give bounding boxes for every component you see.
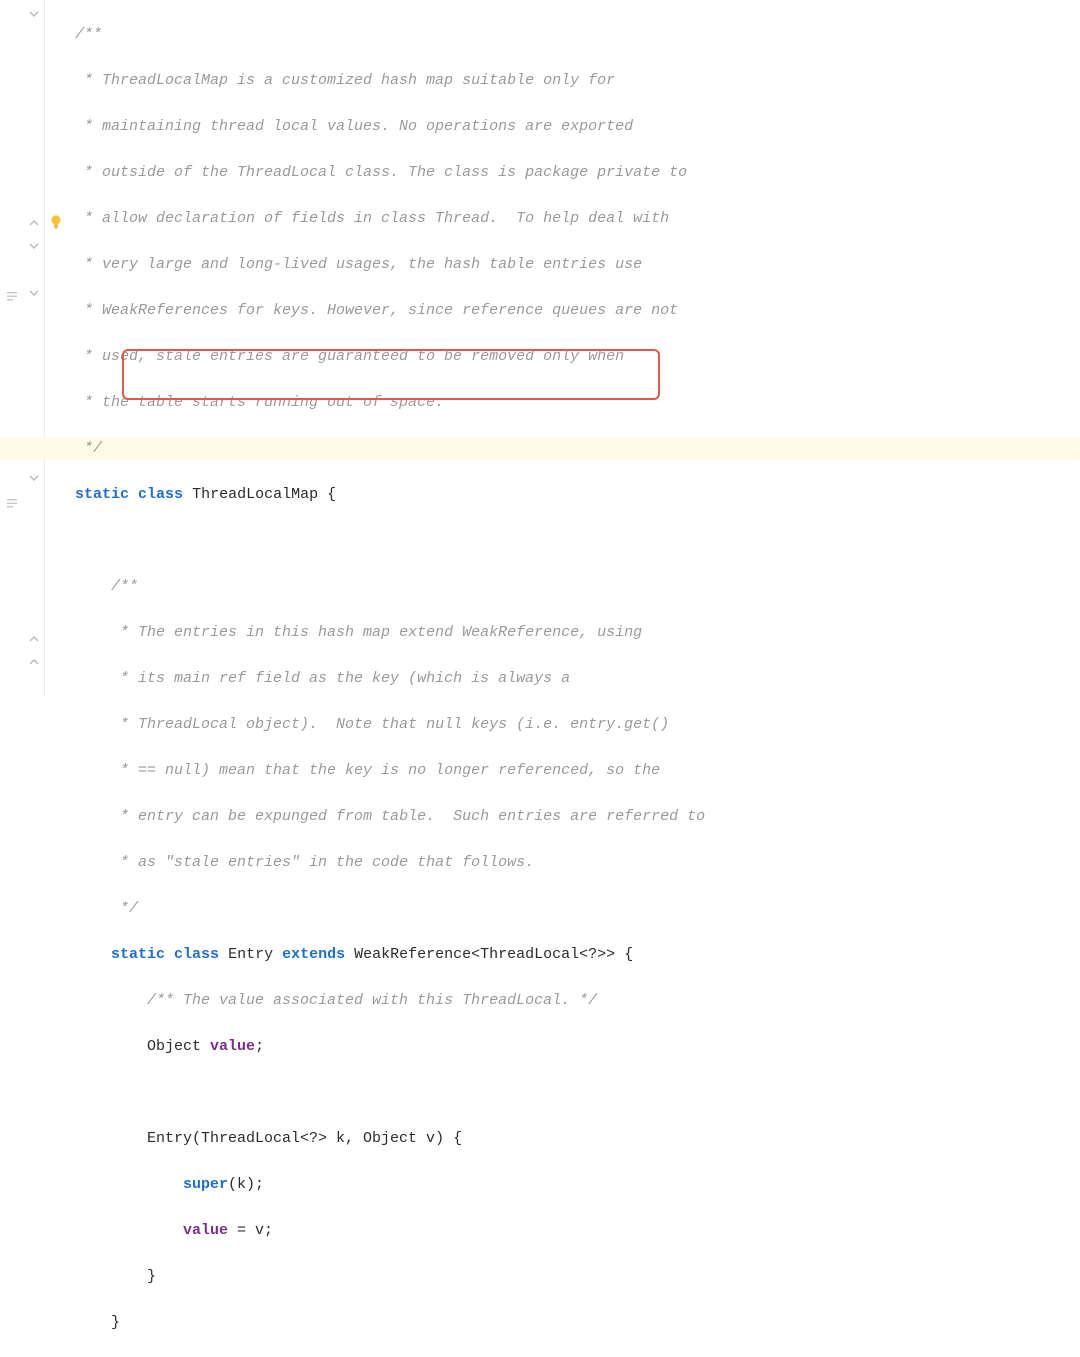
comment-line: /**	[75, 23, 1080, 46]
keyword-class: class	[138, 486, 183, 503]
field-name: value	[210, 1038, 255, 1055]
comment-line: * == null) mean that the key is no longe…	[75, 759, 1080, 782]
call-args: (k);	[228, 1176, 264, 1193]
editor-gutter	[0, 0, 45, 697]
comment-line: * used, stale entries are guaranteed to …	[75, 345, 1080, 368]
class-declaration: static class ThreadLocalMap {	[75, 483, 1080, 506]
keyword-class: class	[174, 946, 219, 963]
comment-line: * the table starts running out of space.	[75, 391, 1080, 414]
highlighted-line: */	[0, 437, 1080, 460]
close-brace: }	[75, 1311, 1080, 1334]
fold-open-icon[interactable]	[28, 472, 40, 484]
assignment: value = v;	[75, 1219, 1080, 1242]
constructor-signature: Entry(ThreadLocal<?> k, Object v) {	[75, 1127, 1080, 1150]
comment-line: * entry can be expunged from table. Such…	[75, 805, 1080, 828]
comment-close: */	[75, 440, 102, 457]
entry-class-declaration: static class Entry extends WeakReference…	[75, 943, 1080, 966]
comment-line: * The entries in this hash map extend We…	[75, 621, 1080, 644]
field-declaration: Object value;	[75, 1035, 1080, 1058]
keyword-super: super	[183, 1176, 228, 1193]
fold-close-icon[interactable]	[28, 656, 40, 668]
superclass: WeakReference<ThreadLocal<?>>	[354, 946, 615, 963]
type: Object	[147, 1038, 201, 1055]
comment-line: * very large and long-lived usages, the …	[75, 253, 1080, 276]
comment-line: * as "stale entries" in the code that fo…	[75, 851, 1080, 874]
comment-line: /**	[75, 575, 1080, 598]
blank-line	[75, 1081, 1080, 1104]
comment-line: * outside of the ThreadLocal class. The …	[75, 161, 1080, 184]
field-ref: value	[183, 1222, 228, 1239]
paragraph-structure-icon[interactable]	[6, 495, 18, 518]
comment-line: * its main ref field as the key (which i…	[75, 667, 1080, 690]
paragraph-structure-icon[interactable]	[6, 288, 18, 311]
close-brace: }	[75, 1265, 1080, 1288]
semicolon: ;	[255, 1038, 264, 1055]
fold-column	[26, 0, 44, 697]
comment-line: * ThreadLocal object). Note that null ke…	[75, 713, 1080, 736]
fold-open-icon[interactable]	[28, 8, 40, 20]
comment-line: * ThreadLocalMap is a customized hash ma…	[75, 69, 1080, 92]
comment-line: /** The value associated with this Threa…	[75, 989, 1080, 1012]
comment-line: * allow declaration of fields in class T…	[75, 207, 1080, 230]
comment-line: */	[75, 897, 1080, 920]
comment-line: * maintaining thread local values. No op…	[75, 115, 1080, 138]
class-name: ThreadLocalMap	[192, 486, 318, 503]
brace: {	[318, 486, 336, 503]
fold-close-icon[interactable]	[28, 633, 40, 645]
keyword-static: static	[111, 946, 165, 963]
keyword-extends: extends	[282, 946, 345, 963]
fold-open-icon[interactable]	[28, 240, 40, 252]
super-call: super(k);	[75, 1173, 1080, 1196]
class-name: Entry	[228, 946, 273, 963]
assign-rest: = v;	[228, 1222, 273, 1239]
fold-open-icon[interactable]	[28, 287, 40, 299]
keyword-static: static	[75, 486, 129, 503]
comment-line: * WeakReferences for keys. However, sinc…	[75, 299, 1080, 322]
brace: {	[615, 946, 633, 963]
code-editor[interactable]: /** * ThreadLocalMap is a customized has…	[45, 0, 1080, 697]
blank-line	[75, 529, 1080, 552]
fold-close-icon[interactable]	[28, 217, 40, 229]
